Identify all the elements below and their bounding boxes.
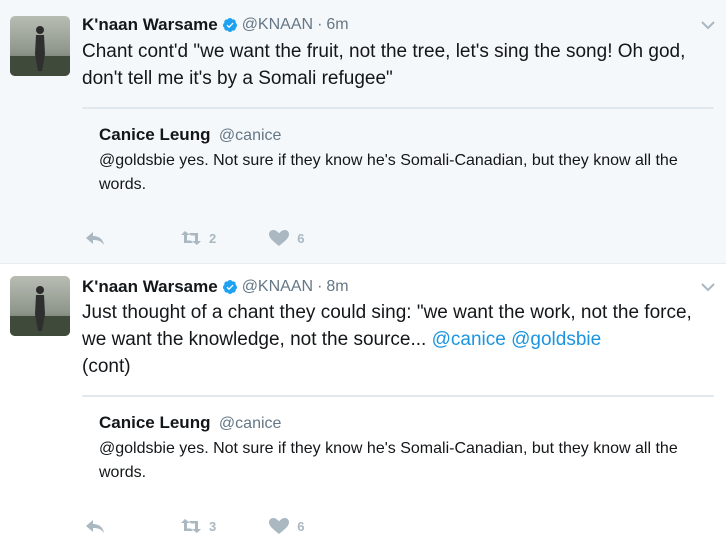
author-name[interactable]: K'naan Warsame bbox=[82, 15, 218, 35]
separator-dot: · bbox=[317, 16, 323, 33]
mention-link[interactable]: @goldsbie bbox=[511, 329, 601, 350]
author-handle[interactable]: @KNAAN bbox=[242, 278, 313, 296]
like-button[interactable]: 6 bbox=[268, 229, 304, 247]
separator-dot: · bbox=[317, 278, 323, 295]
heart-icon bbox=[269, 230, 290, 246]
tweet-text: Chant cont'd "we want the fruit, not the… bbox=[82, 41, 686, 89]
quoted-tweet-text: @goldsbie yes. Not sure if they know he'… bbox=[99, 152, 678, 193]
retweet-count: 3 bbox=[209, 518, 217, 534]
retweet-icon bbox=[181, 519, 201, 533]
quoted-tweet-header: Canice Leung @canice bbox=[99, 125, 281, 145]
retweet-button[interactable]: 2 bbox=[180, 229, 216, 247]
tweet-actions: 2 6 bbox=[84, 226, 354, 250]
tweet-header: K'naan Warsame @KNAAN · 8m bbox=[82, 275, 349, 299]
verified-badge-icon bbox=[222, 18, 237, 32]
tweet-timestamp[interactable]: 6m bbox=[326, 16, 348, 34]
quoted-author-handle: @canice bbox=[218, 127, 282, 144]
retweet-button[interactable]: 3 bbox=[180, 517, 216, 535]
author-avatar[interactable] bbox=[10, 16, 70, 76]
author-handle[interactable]: @KNAAN bbox=[242, 16, 313, 34]
quoted-tweet-header: Canice Leung @canice bbox=[99, 413, 281, 433]
reply-button[interactable] bbox=[84, 517, 106, 535]
tweet-timestamp[interactable]: 8m bbox=[326, 278, 348, 296]
quoted-tweet-text: @goldsbie yes. Not sure if they know he'… bbox=[99, 440, 678, 481]
like-button[interactable]: 6 bbox=[268, 517, 304, 535]
reply-icon bbox=[86, 520, 104, 533]
chevron-down-icon[interactable] bbox=[700, 279, 716, 295]
retweet-icon bbox=[181, 231, 201, 245]
tweet-text-end: (cont) bbox=[82, 356, 131, 377]
quoted-author-name: Canice Leung bbox=[99, 125, 211, 144]
heart-icon bbox=[269, 518, 290, 534]
quoted-tweet[interactable]: Canice Leung @canice @goldsbie yes. Not … bbox=[82, 107, 714, 193]
author-avatar[interactable] bbox=[10, 276, 70, 336]
tweet-actions: 3 6 bbox=[84, 514, 354, 538]
like-count: 6 bbox=[297, 518, 305, 534]
reply-icon bbox=[86, 232, 104, 245]
quoted-author-name: Canice Leung bbox=[99, 413, 211, 432]
author-name[interactable]: K'naan Warsame bbox=[82, 277, 218, 297]
retweet-count: 2 bbox=[209, 230, 217, 246]
verified-badge-icon bbox=[222, 280, 237, 294]
tweet-header: K'naan Warsame @KNAAN · 6m bbox=[82, 13, 349, 37]
reply-button[interactable] bbox=[84, 229, 106, 247]
like-count: 6 bbox=[297, 230, 305, 246]
tweet-text: Just thought of a chant they could sing:… bbox=[82, 299, 717, 380]
mention-link[interactable]: @canice bbox=[432, 329, 506, 350]
chevron-down-icon[interactable] bbox=[700, 17, 716, 33]
quoted-author-handle: @canice bbox=[218, 415, 282, 432]
quoted-tweet[interactable]: Canice Leung @canice @goldsbie yes. Not … bbox=[82, 395, 714, 481]
